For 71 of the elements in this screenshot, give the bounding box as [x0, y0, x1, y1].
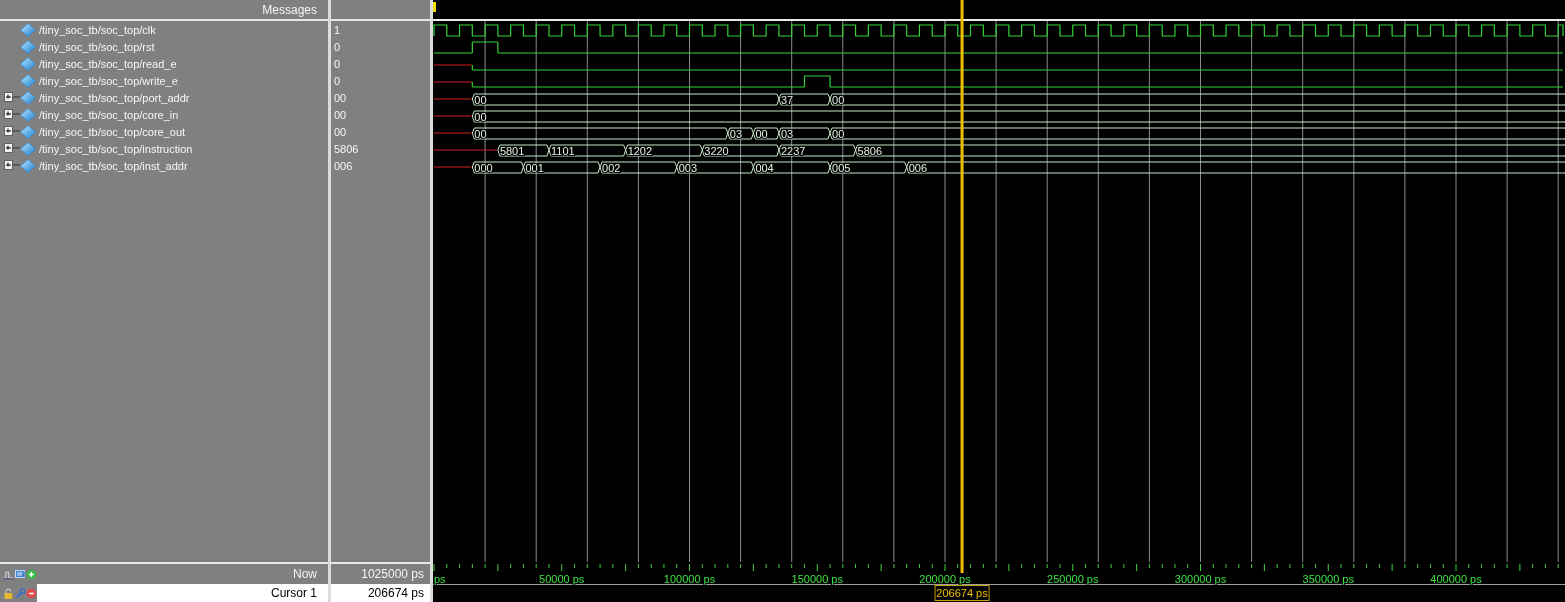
signal-name[interactable]: /tiny_soc_tb/soc_top/port_addr	[39, 91, 190, 104]
time-label: 100000 ps	[663, 573, 716, 585]
bus-value: 00	[832, 128, 845, 140]
expand-icon[interactable]	[4, 160, 20, 171]
now-label: Now	[292, 567, 318, 581]
time-label: 300000 ps	[1174, 573, 1227, 585]
expand-icon[interactable]	[4, 143, 20, 154]
time-label: 150000 ps	[791, 573, 843, 585]
expand-icon[interactable]	[4, 92, 20, 103]
signal-value: 1	[334, 23, 341, 36]
time-label: 250000 ps	[1047, 573, 1099, 585]
signal-icon	[20, 158, 36, 173]
signal-value: 0	[334, 57, 341, 70]
time-label: 400000 ps	[1430, 573, 1482, 585]
time-label: 350000 ps	[1302, 573, 1354, 585]
signal-value: 00	[334, 108, 347, 121]
bus-value: 00	[474, 128, 487, 140]
signal-value: 006	[334, 159, 353, 172]
remove-icon[interactable]	[26, 587, 37, 599]
signal-value: 00	[334, 125, 347, 138]
bus-value: 006	[908, 162, 928, 174]
signal-name[interactable]: /tiny_soc_tb/soc_top/rst	[39, 40, 155, 53]
signal-name[interactable]: /tiny_soc_tb/soc_top/core_in	[39, 108, 179, 121]
bus-value: 00	[474, 94, 487, 106]
signal-value: 5806	[334, 142, 359, 155]
bus-value: 5806	[857, 145, 883, 157]
bus-value: 03	[729, 128, 743, 140]
time-label: ps	[434, 573, 446, 585]
signal-icon	[20, 107, 36, 122]
signal-name[interactable]: /tiny_soc_tb/soc_top/core_out	[39, 125, 186, 138]
bus-value: 001	[525, 162, 544, 174]
signal-icon	[20, 56, 36, 71]
bus-value: 00	[474, 111, 487, 123]
expand-icon[interactable]	[4, 126, 20, 137]
bus-value: 1101	[550, 145, 575, 157]
bus-value: 004	[755, 162, 774, 174]
cursor-label: Cursor 1	[270, 586, 318, 600]
signal-value: 00	[334, 91, 347, 104]
bus-value: 002	[602, 162, 621, 174]
signal-name[interactable]: /tiny_soc_tb/soc_top/inst_addr	[39, 159, 188, 172]
signal-icon	[20, 141, 36, 156]
bus-value: 00	[832, 94, 845, 106]
signal-icon	[20, 90, 36, 105]
add-icon[interactable]	[26, 568, 37, 580]
expand-icon[interactable]	[4, 109, 20, 120]
time-label: 50000 ps	[539, 573, 585, 585]
bus-value: 3220	[704, 145, 729, 157]
bus-value: 37	[780, 94, 794, 106]
signal-icon	[20, 39, 36, 54]
cursor-time-label: 206674 ps	[934, 585, 990, 601]
bus-value: 000	[474, 162, 493, 174]
bus-value: 005	[832, 162, 851, 174]
wave-icon[interactable]	[3, 568, 14, 580]
signal-name[interactable]: /tiny_soc_tb/soc_top/instruction	[39, 142, 193, 155]
column-header: Messages	[262, 2, 317, 17]
cursor-time: 206674 ps	[366, 586, 425, 600]
signal-name[interactable]: /tiny_soc_tb/soc_top/clk	[39, 23, 156, 36]
signal-icon	[20, 73, 36, 88]
signal-value: 0	[334, 74, 341, 87]
bus-value: 2237	[780, 145, 806, 157]
monitor-icon[interactable]	[14, 568, 26, 580]
signal-name[interactable]: /tiny_soc_tb/soc_top/write_e	[39, 74, 178, 87]
signal-icon	[20, 124, 36, 139]
time-label: 200000 ps	[919, 573, 971, 585]
bus-value: 00	[755, 128, 768, 140]
bus-value: 1202	[627, 145, 653, 157]
bus-value: 5801	[499, 145, 525, 157]
signal-name[interactable]: /tiny_soc_tb/soc_top/read_e	[39, 57, 177, 70]
bus-value: 03	[780, 128, 794, 140]
signal-value: 0	[334, 40, 341, 53]
now-time: 1025000 ps	[360, 567, 425, 581]
